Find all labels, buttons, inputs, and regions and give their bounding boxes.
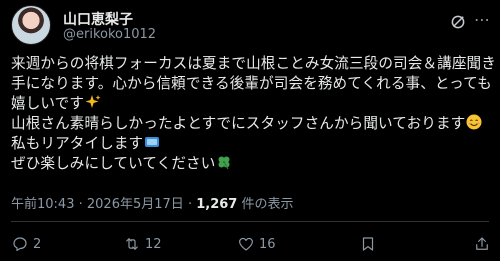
smiling-face-icon xyxy=(466,114,482,130)
post-line: 来週からの将棋フォーカスは夏まで山根ことみ女流三段の司会＆講座聞き xyxy=(11,55,496,72)
tv-icon xyxy=(145,137,160,147)
views-label: 件の表示 xyxy=(241,197,294,212)
user-handle[interactable]: @erikoko1012 xyxy=(63,27,156,42)
post-line: ぜひ楽しみにしていてください xyxy=(11,154,489,174)
post-header: 山口恵梨子 @erikoko1012 ⋯ xyxy=(11,5,491,45)
repost-count: 12 xyxy=(145,236,162,252)
post-meta: 午前10:43 · 2026年5月17日 · 1,267 件の表示 xyxy=(11,193,294,212)
grok-icon[interactable] xyxy=(449,13,467,31)
like-button[interactable]: 16 xyxy=(237,233,276,255)
divider xyxy=(11,221,489,222)
views-count: 1,267 xyxy=(196,197,238,212)
like-count: 16 xyxy=(259,236,276,252)
bookmark-icon xyxy=(362,237,374,251)
bookmark-button[interactable] xyxy=(359,233,377,255)
post-line: 手になります。心から信頼できる後輩が司会を務めてくれる事、とっても xyxy=(11,75,492,92)
reply-icon xyxy=(13,237,27,251)
avatar[interactable] xyxy=(11,5,51,45)
meta-separator: · xyxy=(78,197,83,212)
reply-count: 2 xyxy=(33,236,42,252)
share-icon xyxy=(476,237,488,250)
post-line: 嬉しいです xyxy=(11,94,489,114)
four-leaf-clover-icon xyxy=(218,156,230,170)
action-bar: 2 12 16 xyxy=(11,233,489,255)
repost-icon xyxy=(126,238,138,250)
display-name[interactable]: 山口恵梨子 xyxy=(63,9,133,29)
more-icon[interactable]: ⋯ xyxy=(473,11,491,29)
repost-button[interactable]: 12 xyxy=(123,233,162,255)
post-line: 私もリアタイします xyxy=(11,134,489,154)
post-time[interactable]: 午前10:43 xyxy=(11,197,74,212)
meta-separator: · xyxy=(187,197,193,212)
share-button[interactable] xyxy=(473,233,491,255)
post-date[interactable]: 2026年5月17日 xyxy=(87,197,184,212)
heart-icon xyxy=(239,237,253,251)
sparkles-icon xyxy=(85,95,101,108)
post-line: 山根さん素晴らしかったよとすでにスタッフさんから聞いております xyxy=(11,114,489,134)
reply-button[interactable]: 2 xyxy=(11,233,41,255)
post-text: 来週からの将棋フォーカスは夏まで山根ことみ女流三段の司会＆講座聞き 手になります… xyxy=(11,54,496,174)
